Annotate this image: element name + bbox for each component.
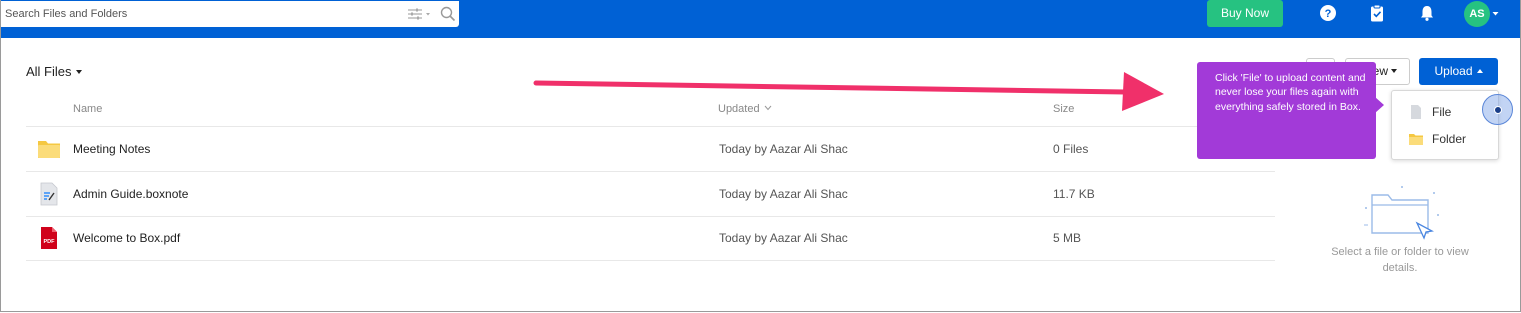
tooltip-text: Click 'File' to upload content and never… [1215, 72, 1366, 113]
upload-button-label[interactable]: Upload [1434, 64, 1472, 78]
hotspot-dot [1494, 106, 1502, 114]
caret-up-icon [1476, 69, 1483, 73]
boxnote-icon [40, 182, 58, 206]
file-size: 11.7 KB [1053, 187, 1095, 201]
tooltip-pointer [1375, 97, 1384, 113]
onboarding-tooltip: Click 'File' to upload content and never… [1197, 62, 1376, 159]
file-name[interactable]: Admin Guide.boxnote [73, 187, 188, 201]
file-size: 0 Files [1053, 142, 1089, 156]
breadcrumb-label[interactable]: All Files [26, 64, 72, 79]
pdf-icon: PDF [41, 227, 57, 249]
caret-down-icon [1391, 69, 1397, 73]
table-row[interactable]: Meeting Notes Today by Aazar Ali Shac 0 … [26, 127, 1275, 172]
caret-down-icon [75, 70, 82, 74]
file-icon [1411, 105, 1421, 119]
file-size: 5 MB [1053, 231, 1082, 245]
upload-button[interactable]: Upload [1419, 58, 1498, 85]
file-name[interactable]: Meeting Notes [73, 142, 150, 156]
table-row[interactable]: Admin Guide.boxnote Today by Aazar Ali S… [26, 172, 1275, 217]
file-updated: Today by Aazar Ali Shac [719, 187, 848, 201]
folder-icon [1409, 134, 1423, 145]
upload-folder-label[interactable]: Folder [1432, 132, 1466, 146]
table-row[interactable]: PDF Welcome to Box.pdf Today by Aazar Al… [26, 216, 1275, 261]
upload-file-label[interactable]: File [1432, 105, 1451, 119]
upload-folder-menu-item[interactable]: Folder [1392, 126, 1498, 152]
file-name[interactable]: Welcome to Box.pdf [73, 231, 180, 245]
annotation-arrow [533, 72, 1164, 111]
breadcrumb[interactable]: All Files [26, 64, 82, 79]
empty-details-illustration [1364, 186, 1439, 240]
folder-icon [38, 141, 60, 158]
file-updated: Today by Aazar Ali Shac [719, 231, 848, 245]
column-header-name[interactable]: Name [73, 103, 102, 115]
file-updated: Today by Aazar Ali Shac [719, 142, 848, 156]
svg-text:PDF: PDF [44, 239, 56, 245]
click-hotspot-marker [1482, 94, 1513, 125]
upload-dropdown-menu: File Folder [1391, 90, 1499, 160]
details-empty-text: Select a file or folder to view details. [1331, 246, 1469, 274]
